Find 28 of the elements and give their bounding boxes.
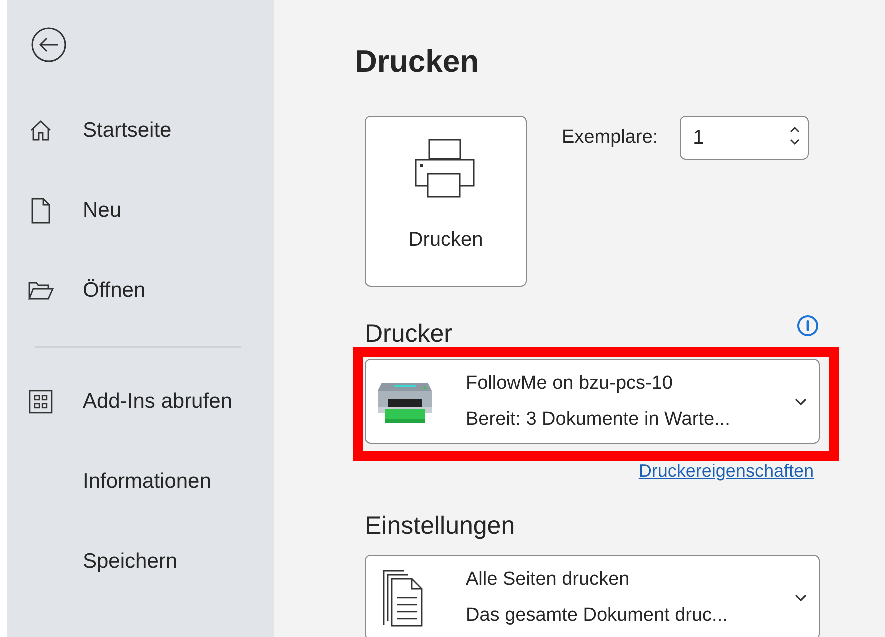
spin-down-icon[interactable]: [790, 139, 800, 145]
section-heading: Drucker: [365, 320, 453, 348]
printer-dropdown[interactable]: FollowMe on bzu-pcs-10 Bereit: 3 Dokumente in Warte...: [365, 359, 820, 444]
sidebar-item[interactable]: Startseite: [7, 109, 247, 153]
info-icon[interactable]: [797, 315, 819, 337]
printer-icon: [415, 139, 477, 201]
printer-properties-link[interactable]: Druckereigenschaften: [638, 461, 814, 485]
option-title: Alle Seiten drucken: [466, 568, 631, 590]
option-description: Das gesamte Dokument druc...: [466, 604, 729, 626]
sidebar-item[interactable]: Informationen: [7, 460, 247, 504]
chevron-down-icon: [795, 594, 807, 602]
grid-icon: [28, 390, 54, 414]
copies-field[interactable]: 1: [680, 116, 810, 160]
section-heading: Einstellungen: [365, 512, 516, 540]
page-title: Drucken: [355, 43, 480, 81]
chevron-down-icon: [795, 398, 807, 406]
folder-icon: [28, 281, 54, 301]
pages-dropdown[interactable]: Alle Seiten drucken Das gesamte Dokument druc...: [365, 555, 820, 637]
sidebar-item[interactable]: Speichern: [7, 540, 247, 584]
copies-label: Exemplare:: [562, 127, 658, 149]
back-button[interactable]: [31, 27, 67, 63]
printer-name: FollowMe on bzu-pcs-10: [466, 372, 674, 394]
sidebar-item[interactable]: Öffnen: [7, 269, 247, 313]
spin-up-icon[interactable]: [790, 127, 800, 133]
print-button[interactable]: Drucken: [365, 116, 527, 287]
printer-status: Bereit: 3 Dokumente in Warte...: [466, 408, 732, 430]
sidebar-item[interactable]: Neu: [7, 189, 247, 233]
sidebar-item[interactable]: Add-Ins abrufen: [7, 380, 247, 424]
